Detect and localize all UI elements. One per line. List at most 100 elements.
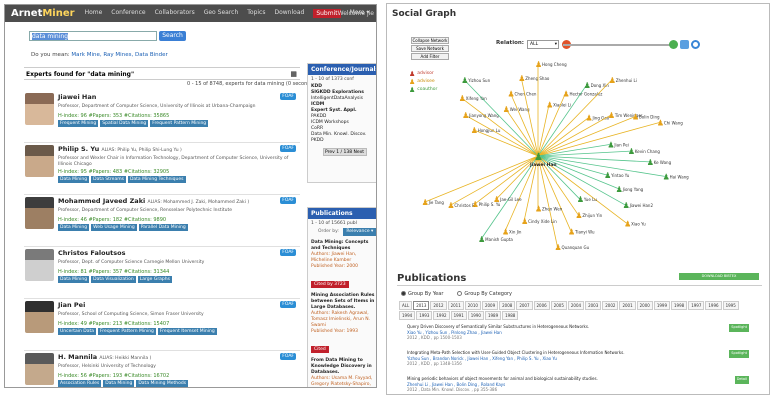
interest-tag[interactable]: Data Mining Techniques: [127, 176, 186, 183]
search-button[interactable]: Search: [159, 31, 186, 41]
avatar[interactable]: [25, 301, 54, 333]
interest-tag[interactable]: Data Visualization: [91, 276, 136, 283]
person-node-label[interactable]: Wei Wang: [510, 107, 530, 112]
person-node-label[interactable]: Yizhou Sun: [467, 78, 490, 83]
avatar[interactable]: [25, 145, 54, 177]
person-node-label[interactable]: Xiaolei Li: [553, 102, 571, 107]
suggestion-link[interactable]: Data Binder: [135, 52, 168, 58]
arnetminer-logo[interactable]: ArnetMiner: [5, 8, 85, 19]
person-node-label[interactable]: Christos F.: [454, 203, 475, 208]
year-tab[interactable]: 2001: [619, 301, 636, 310]
interest-tag[interactable]: Parallel Data Mining: [138, 224, 188, 231]
year-tab[interactable]: ALL: [399, 301, 413, 310]
center-node-icon[interactable]: ♟: [534, 152, 543, 163]
year-tab[interactable]: 1994: [399, 311, 416, 320]
year-tab[interactable]: 1991: [450, 311, 467, 320]
year-tab[interactable]: 1989: [484, 311, 502, 320]
fit-view-icon[interactable]: [680, 40, 689, 49]
person-node-label[interactable]: Kevin Chang: [635, 149, 660, 154]
foaf-button[interactable]: FOAF: [280, 353, 296, 360]
publication-tag[interactable]: Spotlight: [729, 350, 749, 358]
expert-name[interactable]: Philip S. Yu ALIAS: Philip Yu, Philip Sh…: [58, 145, 182, 153]
year-tab[interactable]: 1990: [467, 311, 484, 320]
cited-by-badge[interactable]: Cited: [311, 346, 329, 353]
expert-name[interactable]: Christos Faloutsos: [58, 249, 125, 257]
person-node-label[interactable]: Jie Tang: [428, 200, 445, 205]
interest-tag[interactable]: Large Graphs: [137, 276, 172, 283]
year-tab[interactable]: 1996: [705, 301, 722, 310]
year-tab[interactable]: 2000: [636, 301, 653, 310]
interest-tag[interactable]: Data Mining Methods: [136, 380, 189, 387]
side-pub-title[interactable]: Mining Association Rules between Sets of…: [308, 293, 376, 311]
center-node-label[interactable]: Jiawei Han: [529, 162, 557, 168]
foaf-button[interactable]: FOAF: [280, 301, 296, 308]
person-node-label[interactable]: Jianyong Wang: [468, 113, 499, 118]
person-node-label[interactable]: Jiong Yang: [622, 187, 644, 192]
person-node-label[interactable]: Quanquan Gu: [562, 245, 590, 250]
year-tab[interactable]: 1988: [502, 311, 519, 320]
foaf-button[interactable]: FOAF: [280, 249, 296, 256]
year-tab[interactable]: 1995: [722, 301, 739, 310]
person-node-label[interactable]: Jae-Gil Lee: [499, 197, 522, 202]
interest-tag[interactable]: Association Rules: [58, 380, 102, 387]
avatar[interactable]: [25, 353, 54, 385]
interest-tag[interactable]: Frequent Pattern Mining: [150, 120, 209, 127]
person-node-label[interactable]: Zhijun Yin: [582, 213, 602, 218]
avatar[interactable]: [25, 249, 54, 281]
interest-tag[interactable]: Frequent Mining: [58, 120, 99, 127]
relation-select[interactable]: ALL ▾: [527, 40, 559, 49]
search-input[interactable]: data mining: [29, 31, 157, 41]
interest-tag[interactable]: Data Mining: [103, 380, 135, 387]
side-pub-title[interactable]: Data Mining: Concepts and Techniques: [308, 240, 376, 252]
person-node-label[interactable]: Hector Gonzalez: [569, 91, 602, 96]
suggestion-link[interactable]: Mark Mine,: [71, 52, 101, 58]
nav-item-3[interactable]: Geo Search: [204, 9, 239, 18]
conference-item[interactable]: PKDD: [308, 138, 376, 144]
group-by-year-radio[interactable]: Group By Year: [401, 291, 443, 297]
add-filter-button[interactable]: Add Filter: [411, 53, 449, 60]
group-by-category-radio[interactable]: Group By Category: [457, 291, 512, 297]
cited-by-badge[interactable]: Cited by 3723: [311, 281, 349, 288]
person-node-label[interactable]: Chen Chen: [515, 91, 537, 96]
person-node-label[interactable]: Jiawei Han2: [629, 203, 654, 208]
nav-item-4[interactable]: Topics: [247, 9, 265, 18]
person-node-label[interactable]: Hai Wang: [670, 175, 690, 180]
year-tab[interactable]: 2008: [499, 301, 516, 310]
search-icon[interactable]: [691, 40, 700, 49]
foaf-button[interactable]: FOAF: [280, 93, 296, 100]
nav-item-0[interactable]: Home: [85, 9, 103, 18]
zoom-slider[interactable]: [563, 44, 671, 46]
year-tab[interactable]: 1993: [416, 311, 433, 320]
year-tab[interactable]: 2007: [516, 301, 533, 310]
year-tab[interactable]: 2002: [602, 301, 619, 310]
year-tab[interactable]: 2011: [447, 301, 464, 310]
year-tab[interactable]: 1999: [653, 301, 671, 310]
person-node-label[interactable]: Ke Wang: [654, 160, 672, 165]
zoom-in-icon[interactable]: [669, 40, 678, 49]
nav-item-1[interactable]: Conference: [111, 9, 145, 18]
year-tab[interactable]: 1992: [433, 311, 450, 320]
interest-tag[interactable]: Data Mining: [58, 176, 90, 183]
foaf-button[interactable]: FOAF: [280, 145, 296, 152]
interest-tag[interactable]: Data Mining: [58, 276, 90, 283]
year-tab[interactable]: 2010: [464, 301, 481, 310]
person-node-label[interactable]: Manish Gupta: [485, 237, 513, 242]
expert-name[interactable]: H. Mannila ALIAS: Heikki Mannila ): [58, 353, 151, 361]
year-tab[interactable]: 2005: [550, 301, 567, 310]
avatar[interactable]: [25, 197, 54, 229]
side-pub-title[interactable]: From Data Mining to Knowledge Discovery …: [308, 358, 376, 376]
interest-tag[interactable]: Spatial Data Mining: [100, 120, 149, 127]
interest-tag[interactable]: Data Streams: [91, 176, 126, 183]
person-node-label[interactable]: Xin Jin: [509, 229, 522, 234]
person-node-label[interactable]: Yintao Yu: [610, 173, 630, 178]
interest-tag[interactable]: Data Mining: [58, 224, 90, 231]
year-tab[interactable]: 2013: [413, 301, 430, 310]
year-tab[interactable]: 2004: [567, 301, 585, 310]
person-node-label[interactable]: Jian Pei: [613, 142, 628, 147]
year-tab[interactable]: 1997: [688, 301, 705, 310]
interest-tag[interactable]: Frequent Pattern Mining: [98, 328, 156, 335]
expert-name[interactable]: Mohammed Javeed Zaki ALIAS: Mohammed J. …: [58, 197, 249, 205]
person-node-label[interactable]: Zhenhui Li: [616, 78, 637, 83]
interest-tag[interactable]: Frequent Itemset Mining: [157, 328, 217, 335]
person-node-label[interactable]: Chi Wang: [664, 120, 683, 125]
